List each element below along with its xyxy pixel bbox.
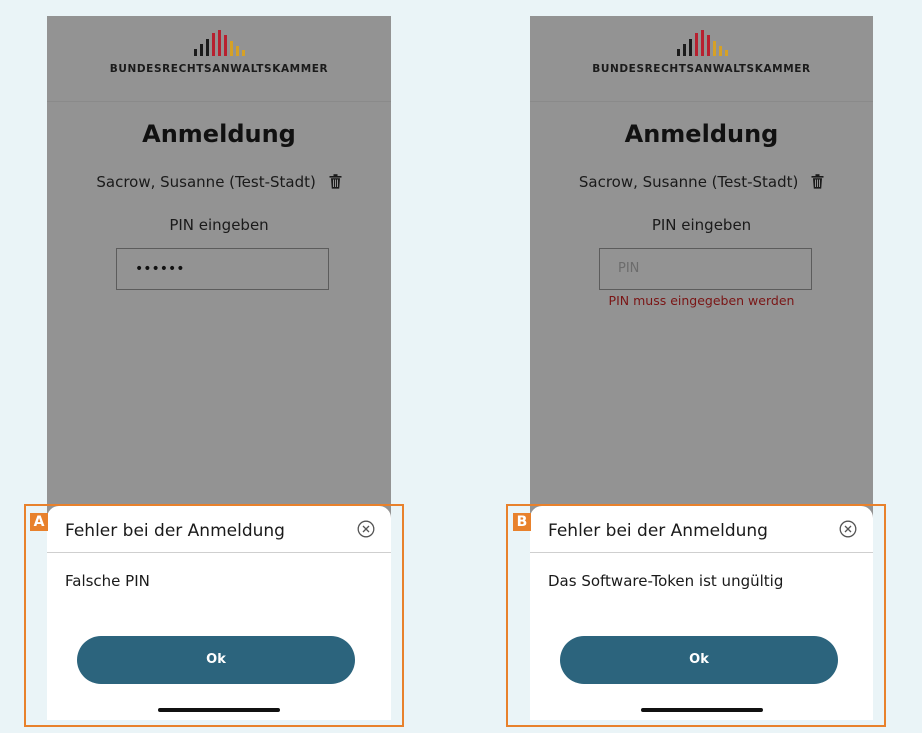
pin-input[interactable]: •••••• (116, 248, 329, 290)
callout-frame-b (506, 504, 886, 727)
page-title: Anmeldung (142, 120, 296, 148)
page-title: Anmeldung (624, 120, 779, 148)
pin-error-message: PIN muss eingegeben werden (608, 293, 795, 308)
pin-label: PIN eingeben (651, 216, 752, 234)
trash-icon[interactable] (811, 174, 824, 189)
callout-frame-a (24, 504, 404, 727)
brand-header: BUNDESRECHTSANWALTSKAMMER (530, 16, 873, 102)
brand-header: BUNDESRECHTSANWALTSKAMMER (47, 16, 391, 102)
brak-logo-icon (676, 30, 728, 56)
user-row: Sacrow, Susanne (Test-Stadt) (530, 173, 873, 191)
pin-label: PIN eingeben (169, 216, 269, 234)
brand-name: BUNDESRECHTSANWALTSKAMMER (592, 63, 811, 75)
pin-input[interactable]: PIN (599, 248, 812, 290)
brak-logo-icon (194, 30, 245, 56)
callout-badge-b: B (513, 513, 531, 531)
user-name: Sacrow, Susanne (Test-Stadt) (578, 173, 799, 191)
brand-name: BUNDESRECHTSANWALTSKAMMER (109, 63, 329, 75)
user-row: Sacrow, Susanne (Test-Stadt) (47, 173, 391, 191)
user-name: Sacrow, Susanne (Test-Stadt) (96, 173, 316, 191)
callout-badge-a: A (30, 513, 48, 531)
trash-icon[interactable] (329, 174, 342, 189)
